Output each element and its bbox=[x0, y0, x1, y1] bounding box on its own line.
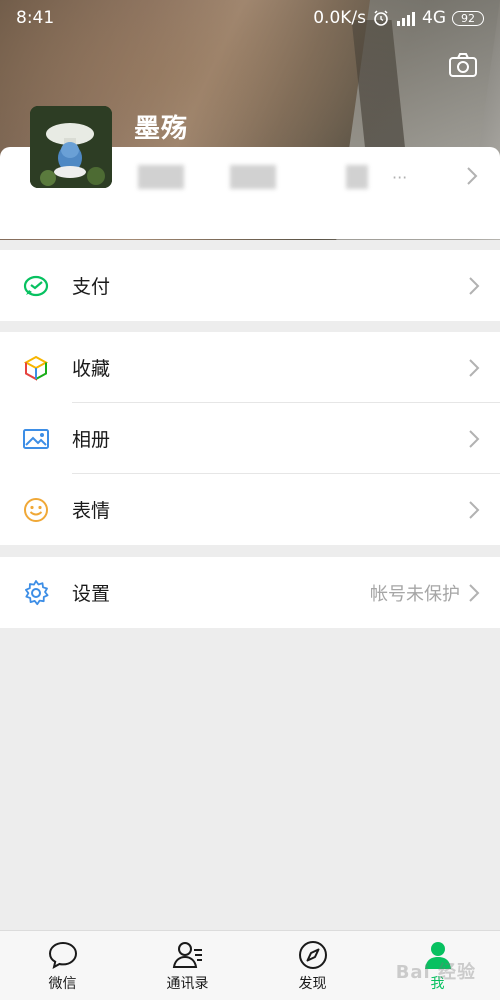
gear-icon bbox=[25, 579, 49, 605]
menu-item-settings[interactable]: 设置 帐号未保护 bbox=[0, 557, 500, 628]
chevron-right-icon bbox=[469, 501, 480, 519]
tab-label: 微信 bbox=[48, 976, 77, 992]
menu-label: 设置 bbox=[72, 583, 111, 605]
wechat-pay-icon bbox=[23, 275, 49, 296]
contacts-icon bbox=[172, 942, 202, 968]
camera-icon[interactable] bbox=[448, 52, 478, 78]
network-type: 4G bbox=[422, 8, 446, 28]
menu-group-content: 收藏 相册 表情 bbox=[0, 332, 500, 545]
smiley-icon bbox=[24, 497, 48, 522]
menu-label: 支付 bbox=[72, 276, 111, 298]
picture-icon bbox=[23, 428, 49, 449]
status-indicators: 0.0K/s 4G 92 bbox=[313, 8, 484, 28]
cube-icon bbox=[23, 355, 49, 381]
tab-label: 通讯录 bbox=[166, 976, 209, 992]
tab-contacts[interactable]: 通讯录 bbox=[125, 931, 250, 1000]
watermark: Bai 经验 bbox=[395, 962, 476, 983]
menu-label: 表情 bbox=[72, 500, 111, 522]
chevron-right-icon bbox=[469, 277, 480, 295]
battery-indicator: 92 bbox=[452, 10, 484, 26]
account-protection-hint: 帐号未保护 bbox=[370, 583, 460, 605]
menu-group-settings: 设置 帐号未保护 bbox=[0, 557, 500, 628]
chevron-right-icon bbox=[469, 584, 480, 602]
masked-block bbox=[346, 165, 368, 189]
menu-item-album[interactable]: 相册 bbox=[0, 403, 500, 474]
avatar[interactable] bbox=[30, 106, 112, 188]
masked-block bbox=[230, 165, 276, 189]
profile-masked-info: ··· bbox=[138, 165, 407, 189]
menu-item-stickers[interactable]: 表情 bbox=[0, 474, 500, 545]
status-bar: 8:41 0.0K/s 4G 92 bbox=[0, 0, 500, 36]
masked-block bbox=[138, 165, 184, 189]
menu-item-favorites[interactable]: 收藏 bbox=[0, 332, 500, 403]
tab-chats[interactable]: 微信 bbox=[0, 931, 125, 1000]
compass-icon bbox=[298, 941, 327, 969]
signal-icon bbox=[397, 12, 415, 26]
tab-label: 发现 bbox=[298, 976, 327, 992]
alarm-icon bbox=[374, 10, 388, 26]
chevron-right-icon bbox=[469, 359, 480, 377]
menu-label: 收藏 bbox=[72, 358, 111, 380]
tab-discover[interactable]: 发现 bbox=[250, 931, 375, 1000]
menu-group-pay: 支付 bbox=[0, 250, 500, 321]
chevron-right-icon bbox=[469, 430, 480, 448]
network-speed: 0.0K/s bbox=[313, 8, 366, 28]
chat-bubble-icon bbox=[48, 941, 77, 969]
more-dots: ··· bbox=[392, 167, 408, 187]
avatar-image bbox=[30, 106, 112, 188]
profile-nickname: 墨殇 bbox=[134, 114, 189, 144]
menu-label: 相册 bbox=[72, 429, 111, 451]
status-time: 8:41 bbox=[16, 8, 55, 28]
chevron-right-icon[interactable] bbox=[466, 166, 478, 186]
menu-item-pay[interactable]: 支付 bbox=[0, 250, 500, 321]
